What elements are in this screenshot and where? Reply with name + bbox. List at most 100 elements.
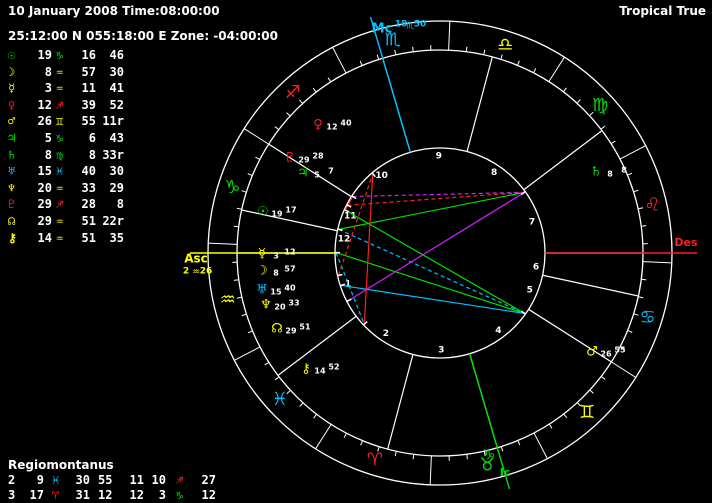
degree-tick (376, 54, 380, 60)
zodiac-sign-icon: ♈ (367, 450, 383, 471)
degree-tick (619, 145, 646, 160)
aspect-line (344, 209, 525, 314)
degree-tick (236, 207, 242, 210)
natal-chart-wheel: ♒♓♈ ♉♊♋♌♍♎♏♐♑123456789101112Asc2 ♒ 26DesMc 1… (183, 16, 698, 490)
aspect-line (341, 284, 525, 315)
zodiac-sign-icon: ♊ (579, 402, 595, 423)
house-number-label: 9 (436, 152, 442, 162)
midheaven-label: Mc (372, 22, 393, 37)
house-cusp-line (268, 143, 352, 198)
degree-tick (343, 432, 347, 438)
degree-tick (448, 21, 451, 51)
degree-tick (233, 225, 239, 228)
planet-glyph-icon: ☊ (271, 322, 283, 337)
degree-tick (247, 173, 253, 176)
degree-tick (359, 60, 363, 66)
aspect-line (335, 252, 525, 315)
degree-tick (412, 454, 415, 460)
degree-tick (327, 77, 332, 83)
house-number-label: 2 (383, 329, 389, 339)
degree-tick (576, 99, 581, 104)
aspect-line (338, 228, 525, 314)
zodiac-sign-icon: ♓ (272, 389, 288, 410)
planet-degree-label: 8 (273, 269, 279, 278)
house-cusp-line (542, 274, 639, 297)
degree-tick (241, 190, 247, 193)
degree-tick (642, 261, 672, 264)
aspect-line (344, 196, 354, 211)
planet-glyph-icon: ♄ (590, 165, 602, 180)
planet-glyph-icon: ♇ (284, 151, 296, 166)
degree-tick (483, 49, 486, 55)
house-number-label: 12 (338, 235, 351, 245)
degree-tick (500, 446, 504, 452)
degree-tick (533, 432, 548, 459)
house-number-label: 5 (527, 285, 533, 295)
planet-degree-label: 26 (600, 350, 612, 359)
degree-tick (255, 156, 261, 160)
planet-minute-label: 7 (328, 167, 334, 176)
planet-glyph-icon: ☉ (257, 205, 269, 220)
planet-minute-label: 55 (614, 346, 626, 355)
aspect-line (352, 191, 525, 198)
descendant-label: Des (674, 236, 698, 249)
planet-glyph-icon: ☽ (256, 264, 268, 279)
aspect-line (338, 191, 525, 230)
planet-glyph-icon: ♅ (256, 283, 268, 298)
imum-coeli-sign-icon: ♑ (483, 447, 496, 463)
planet-glyph-icon: ♆ (260, 298, 272, 313)
planet-glyph-icon: ☿ (258, 247, 266, 262)
degree-tick (332, 47, 347, 74)
degree-tick (233, 279, 239, 281)
house-number-label: 3 (438, 345, 444, 355)
degree-tick (589, 389, 594, 394)
planet-degree-label: 14 (314, 367, 326, 376)
planet-position-tick (337, 273, 343, 277)
house-number-label: 8 (491, 168, 497, 178)
planet-degree-label: 5 (314, 171, 320, 180)
degree-tick (264, 361, 270, 366)
degree-tick (633, 189, 639, 193)
zodiac-sign-icon: ♒ (220, 289, 236, 310)
zodiac-sign-icon: ♋ (639, 307, 655, 328)
degree-tick (312, 87, 317, 93)
degree-tick (548, 423, 553, 429)
planet-minute-label: 40 (340, 119, 352, 128)
degree-tick (412, 46, 414, 52)
zodiac-sign-icon: ♎ (497, 34, 513, 55)
degree-tick (465, 46, 468, 52)
degree-tick (548, 56, 565, 82)
degree-tick (627, 330, 633, 333)
planet-degree-label: 15 (270, 288, 282, 297)
degree-tick (247, 330, 253, 334)
degree-tick (236, 296, 242, 299)
degree-tick (517, 440, 521, 446)
degree-tick (243, 128, 269, 145)
degree-tick (315, 424, 332, 450)
planet-minute-label: 40 (284, 284, 296, 293)
degree-tick (313, 413, 318, 419)
house-cusp-line (466, 56, 493, 152)
degree-tick (299, 402, 304, 407)
degree-tick (208, 242, 238, 245)
degree-tick (429, 455, 432, 485)
degree-tick (610, 140, 616, 145)
planet-minute-label: 33 (288, 299, 299, 308)
degree-tick (517, 60, 520, 66)
degree-tick (638, 296, 644, 299)
planet-degree-label: 29 (298, 156, 310, 165)
planet-degree-label: 29 (285, 327, 297, 336)
planet-minute-label: 12 (284, 248, 295, 257)
planet-minute-label: 28 (312, 152, 324, 161)
degree-tick (641, 278, 647, 281)
aspect-line (347, 191, 525, 206)
planet-degree-label: 12 (326, 123, 337, 132)
degree-tick (286, 112, 291, 117)
planet-minute-label: 57 (284, 265, 295, 274)
zodiac-sign-icon: ♌ (644, 195, 660, 216)
ascendant-label: Asc (184, 252, 208, 266)
midheaven-minute: 50 (414, 20, 427, 30)
degree-tick (611, 361, 637, 378)
degree-tick (533, 68, 537, 74)
degree-tick (274, 126, 280, 131)
